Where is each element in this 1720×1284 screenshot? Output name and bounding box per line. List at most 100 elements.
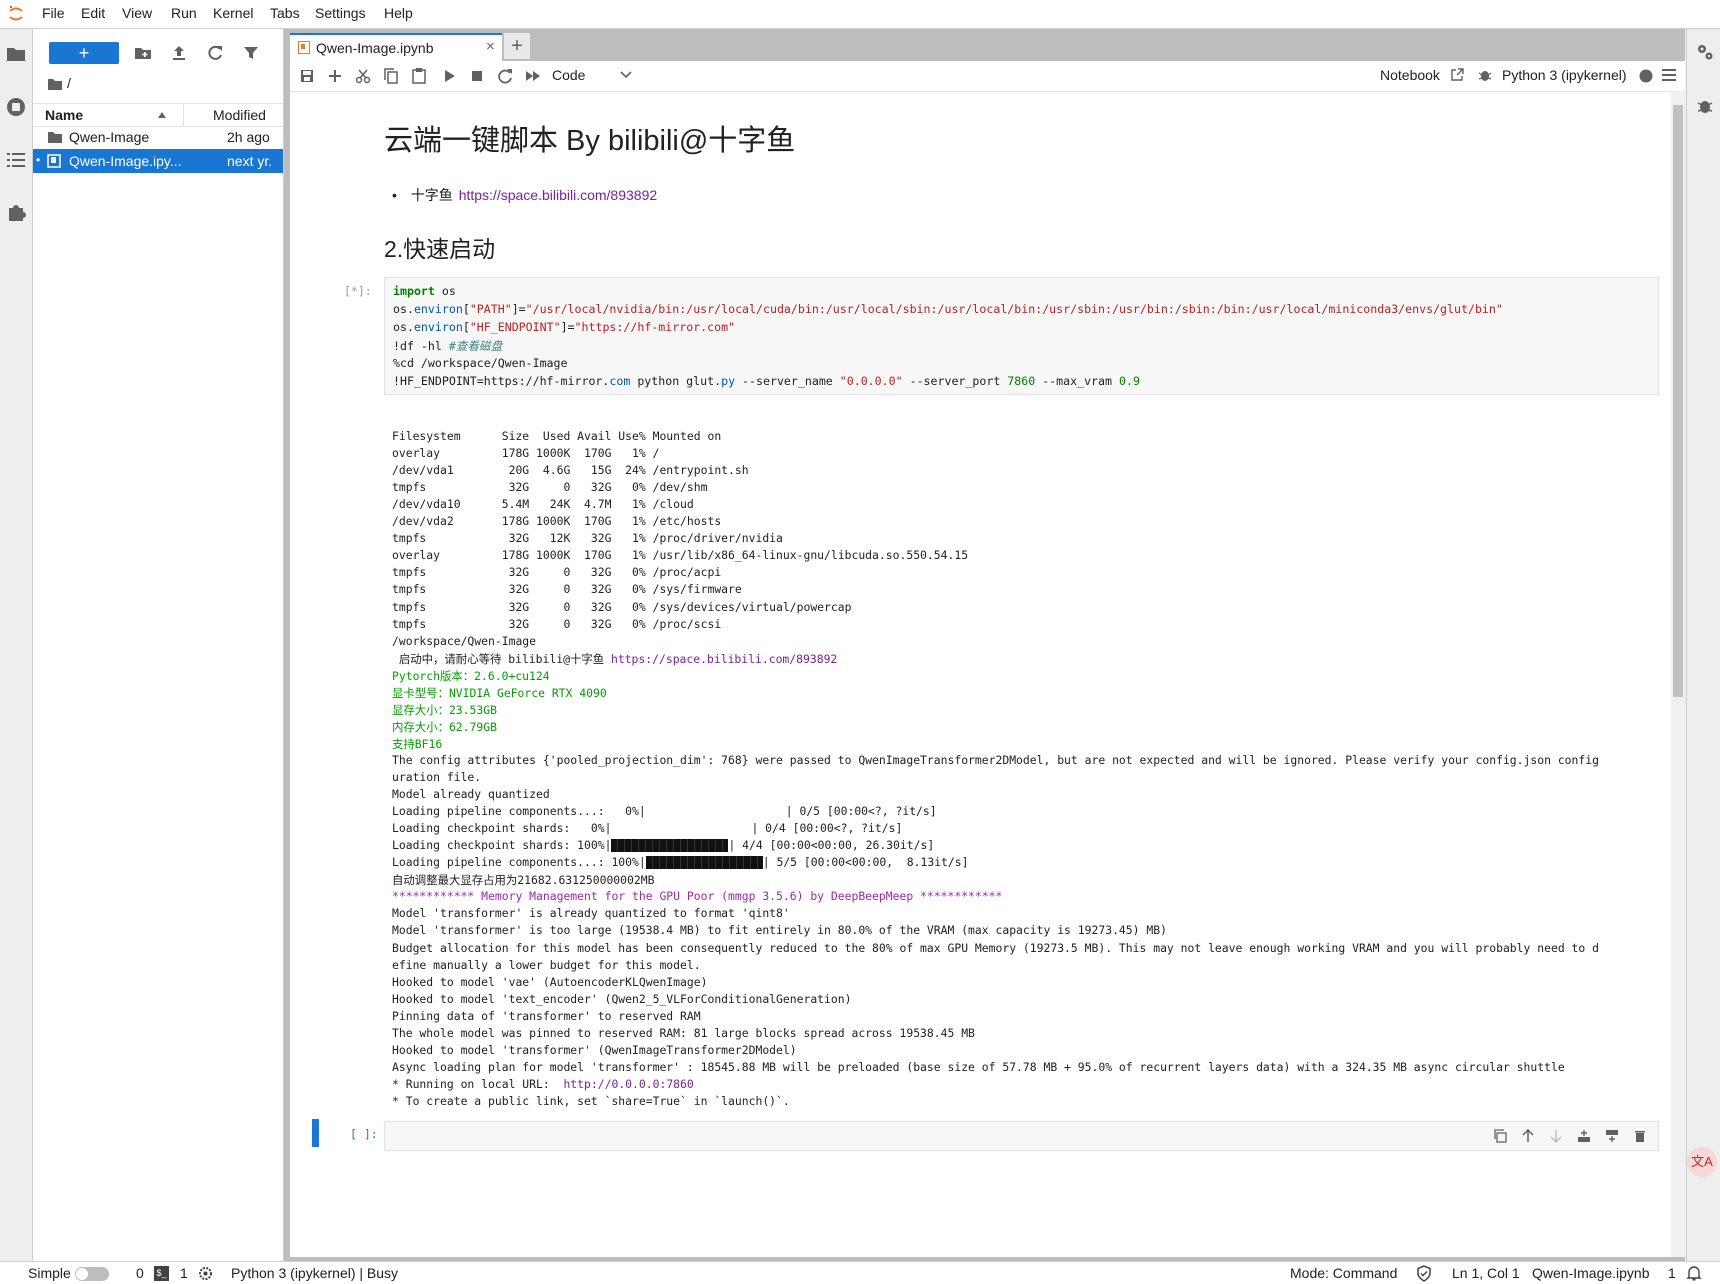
delete-cell-trash-icon[interactable] [1633,1129,1647,1143]
extensions-puzzle-icon[interactable] [5,201,27,223]
progress-suffix: | 4/4 [00:00<00:00, 26.30it/s] [728,838,935,853]
bullet-text: 十字鱼 [410,187,453,203]
log-line: Pinning data of 'transformer' to reserve… [392,1008,701,1023]
insert-cell-plus-icon[interactable] [326,67,344,85]
code-token: --server_port [902,374,1008,388]
insert-above-icon[interactable] [1577,1129,1591,1143]
notification-count: 1 [1668,1265,1676,1281]
progress-bar [611,839,729,853]
running-indicator: • [36,153,41,167]
open-in-notebook-link[interactable]: Notebook [1380,67,1440,83]
move-down-icon[interactable] [1549,1129,1563,1143]
property-menu-icon[interactable] [1662,69,1676,81]
menu-tabs[interactable]: Tabs [270,5,300,21]
restart-kernel-icon[interactable] [496,67,514,85]
translate-floating-icon[interactable]: 文A [1687,1147,1717,1177]
file-name: Qwen-Image [69,129,150,145]
kernel-status[interactable]: Python 3 (ipykernel) | Busy [231,1265,398,1281]
breadcrumb-folder-icon[interactable] [47,77,63,91]
file-item-qwen-image-folder[interactable]: Qwen-Image 2h ago [33,125,283,149]
log-line: The whole model was pinned to reserved R… [392,1025,975,1040]
code-token: environ [413,302,463,316]
filter-icon[interactable] [241,43,261,63]
code-token: py [721,374,736,388]
cursor-position[interactable]: Ln 1, Col 1 [1452,1265,1520,1281]
cell-2-code-editor[interactable] [384,1121,1659,1151]
new-launcher-button[interactable]: + [49,42,119,64]
cut-icon[interactable] [354,67,372,85]
status-bar: Simple 0 $_ 1 Python 3 (ipykernel) | Bus… [0,1261,1720,1284]
external-link-icon[interactable] [1450,68,1464,82]
save-icon[interactable] [298,67,316,85]
notebook-panel: Code Notebook Python 3 (ipykernel) 云端一键脚… [290,61,1685,1257]
menu-file[interactable]: File [42,5,65,21]
kernel-count: 1 [180,1265,188,1281]
refresh-icon[interactable] [205,43,225,63]
restart-run-all-icon[interactable] [524,67,542,85]
notification-bell-icon[interactable] [1686,1265,1702,1281]
code-token: os [434,284,456,298]
code-token: --server_name [735,374,840,388]
debugger-bug-icon[interactable] [1478,68,1492,82]
menu-kernel[interactable]: Kernel [213,5,253,21]
interrupt-kernel-stop-icon[interactable] [468,67,486,85]
notebook-tab[interactable]: Qwen-Image.ipynb × [290,33,502,62]
close-tab-icon[interactable]: × [486,38,495,55]
notebook-scrollbar[interactable] [1671,91,1685,1257]
terminal-icon[interactable]: $_ [154,1266,169,1281]
column-name-header[interactable]: Name [45,107,83,123]
progress-label: Loading checkpoint shards: 0%| [392,821,612,836]
kernel-gear-icon[interactable] [198,1266,213,1281]
copy-icon[interactable] [382,67,400,85]
gpu-info-line: 显存大小：23.53GB [392,702,497,717]
gpu-info-line: 内存大小：62.79GB [392,719,497,734]
cell-type-select[interactable]: Code [552,67,585,83]
df-output-line: /dev/vda1 20G 4.6G 15G 24% /entrypoint.s… [392,463,749,478]
bilibili-link[interactable]: https://space.bilibili.com/893892 [459,187,657,203]
upload-icon[interactable] [169,43,189,63]
shield-check-icon[interactable] [1416,1265,1432,1282]
menu-view[interactable]: View [122,5,152,21]
kernel-name[interactable]: Python 3 (ipykernel) [1502,67,1627,83]
menu-settings[interactable]: Settings [315,5,366,21]
log-line: Hooked to model 'vae' (AutoencoderKLQwen… [392,974,708,989]
code-token: 0.9 [1118,374,1140,388]
menu-edit[interactable]: Edit [81,5,105,21]
sort-ascending-icon [158,112,166,118]
local-url-link[interactable]: http://0.0.0.0:7860 [563,1077,693,1091]
gpu-info-line: Pytorch版本：2.6.0+cu124 [392,668,550,683]
column-divider [183,104,184,126]
simple-mode-toggle[interactable] [75,1267,109,1281]
starting-link[interactable]: https://space.bilibili.com/893892 [611,652,837,666]
insert-below-icon[interactable] [1605,1129,1619,1143]
column-modified-header[interactable]: Modified [213,107,266,123]
file-item-notebook-selected[interactable]: • Qwen-Image.ipy... next yr. [33,149,283,173]
breadcrumb-path[interactable]: / [67,75,71,91]
debugger-bug-icon[interactable] [1696,97,1714,115]
running-kernels-icon[interactable] [5,96,27,118]
df-output-line: Filesystem Size Used Avail Use% Mounted … [392,429,722,443]
code-token: [ [462,320,470,334]
scrollbar-thumb[interactable] [1673,105,1683,697]
kernel-busy-status-icon [1639,69,1653,83]
run-cell-icon[interactable] [440,67,458,85]
table-of-contents-icon[interactable] [5,149,27,171]
progress-label: Loading pipeline components...: 100%| [392,855,646,870]
move-up-icon[interactable] [1521,1129,1535,1143]
model-quantized-line: Model already quantized [392,787,550,802]
chevron-down-icon[interactable] [620,71,632,79]
config-warning-line: The config attributes {'pooled_projectio… [392,752,1599,767]
property-inspector-gears-icon[interactable] [1696,43,1714,61]
menu-help[interactable]: Help [384,5,413,21]
code-token: os. [393,302,414,316]
menu-run[interactable]: Run [171,5,197,21]
notebook-toolbar: Code Notebook Python 3 (ipykernel) [290,61,1685,92]
cell-1-code-editor[interactable]: import os os.environ["PATH"]="/usr/local… [384,277,1659,395]
folder-icon[interactable] [5,43,27,65]
paste-icon[interactable] [410,67,428,85]
code-token: !HF_ENDPOINT=https://hf-mirror. [393,374,610,388]
gpu-info-line: 支持BF16 [392,736,443,751]
new-tab-plus-icon[interactable]: + [504,33,530,59]
new-folder-icon[interactable] [133,43,153,63]
duplicate-cell-icon[interactable] [1493,1129,1507,1143]
